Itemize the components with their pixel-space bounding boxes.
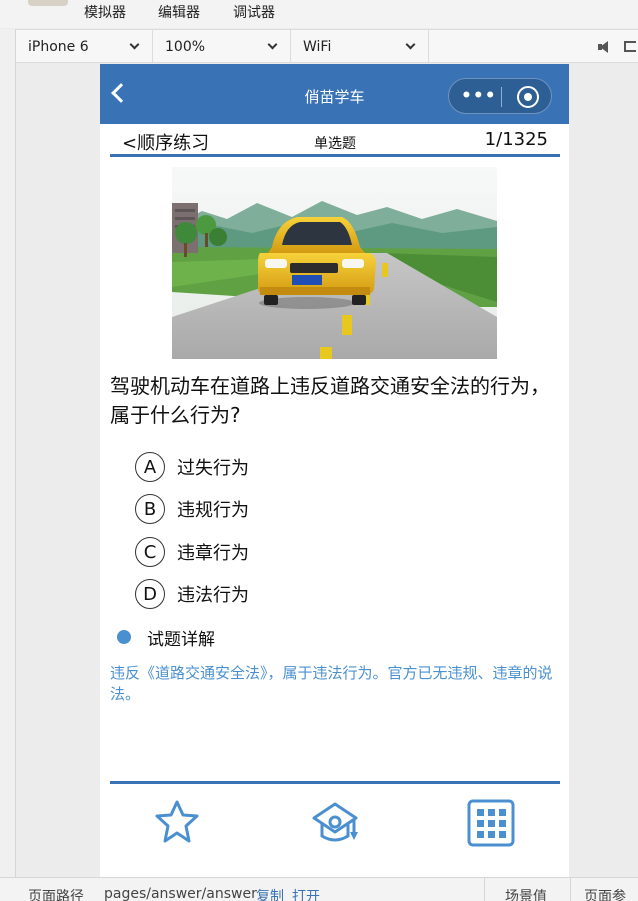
avatar <box>28 0 68 6</box>
editor-button[interactable]: 编辑器 <box>158 2 200 22</box>
more-icon[interactable]: ••• <box>461 86 497 106</box>
question-progress: 1/1325 <box>484 129 548 150</box>
page-path-value: pages/answer/answer <box>104 886 257 901</box>
option-d[interactable]: D 违法行为 <box>135 579 435 611</box>
star-icon[interactable] <box>152 798 202 848</box>
detail-label: 试题详解 <box>147 630 215 650</box>
option-b[interactable]: B 违规行为 <box>135 494 435 526</box>
menu-capsule: ••• <box>448 78 552 114</box>
status-divider <box>570 878 571 901</box>
network-select[interactable]: WiFi <box>291 30 429 63</box>
status-divider <box>484 878 485 901</box>
scene-label: 场景值 <box>505 889 547 901</box>
zoom-select-value: 100% <box>165 38 206 55</box>
nav-bar: 俏苗学车 ••• <box>100 64 569 124</box>
debugger-button[interactable]: 调试器 <box>233 2 275 22</box>
option-letter: B <box>135 494 165 524</box>
copy-link[interactable]: 复制 <box>256 886 284 901</box>
option-letter: A <box>135 452 165 482</box>
capsule-divider <box>501 87 502 107</box>
left-gutter <box>0 29 16 877</box>
simulator-button[interactable]: 模拟器 <box>84 2 126 22</box>
device-bar-icons <box>594 30 638 63</box>
question-illustration <box>172 167 497 359</box>
right-gutter <box>569 64 638 877</box>
simulator-screen: 俏苗学车 ••• <顺序练习 单选题 1/1325 驾驶机动车在道路上违反道路交… <box>100 64 569 877</box>
network-select-value: WiFi <box>303 38 332 55</box>
page-params-label: 页面参数 <box>584 889 626 901</box>
device-bar: iPhone 6 100% WiFi <box>16 29 638 63</box>
option-text: 违规行为 <box>177 500 249 521</box>
device-select-value: iPhone 6 <box>28 38 89 55</box>
question-text: 驾驶机动车在道路上违反道路交通安全法的行为，属于什么行为? <box>110 374 550 427</box>
graduation-cap-icon[interactable] <box>310 798 360 848</box>
status-bar: 页面路径 pages/answer/answer 复制 打开 场景值 页面参数 <box>0 877 638 901</box>
bullet-dot-icon <box>117 630 131 644</box>
close-icon[interactable] <box>517 86 539 108</box>
page-path-label: 页面路径 <box>28 889 84 901</box>
question-detail-heading: 试题详解 <box>117 624 317 650</box>
grid-icon[interactable] <box>466 798 516 848</box>
screen-icon[interactable] <box>624 41 636 52</box>
chevron-down-icon <box>129 39 140 50</box>
zoom-select[interactable]: 100% <box>153 30 291 63</box>
bottom-tab-bar <box>110 781 560 877</box>
device-select[interactable]: iPhone 6 <box>16 30 153 63</box>
open-link[interactable]: 打开 <box>292 886 320 901</box>
chevron-down-icon <box>405 39 416 50</box>
option-text: 违章行为 <box>177 543 249 564</box>
explanation-text: 违反《道路交通安全法》，属于违法行为。官方已无违规、违章的说法。 <box>110 664 553 703</box>
option-text: 过失行为 <box>177 458 249 479</box>
question-header: <顺序练习 单选题 1/1325 <box>110 124 560 157</box>
option-letter: C <box>135 537 165 567</box>
option-c[interactable]: C 违章行为 <box>135 537 435 569</box>
option-text: 违法行为 <box>177 585 249 606</box>
option-letter: D <box>135 579 165 609</box>
chevron-down-icon <box>267 39 278 50</box>
devtools-toolbar: 模拟器 编辑器 调试器 <box>0 0 638 28</box>
option-a[interactable]: A 过失行为 <box>135 452 435 484</box>
